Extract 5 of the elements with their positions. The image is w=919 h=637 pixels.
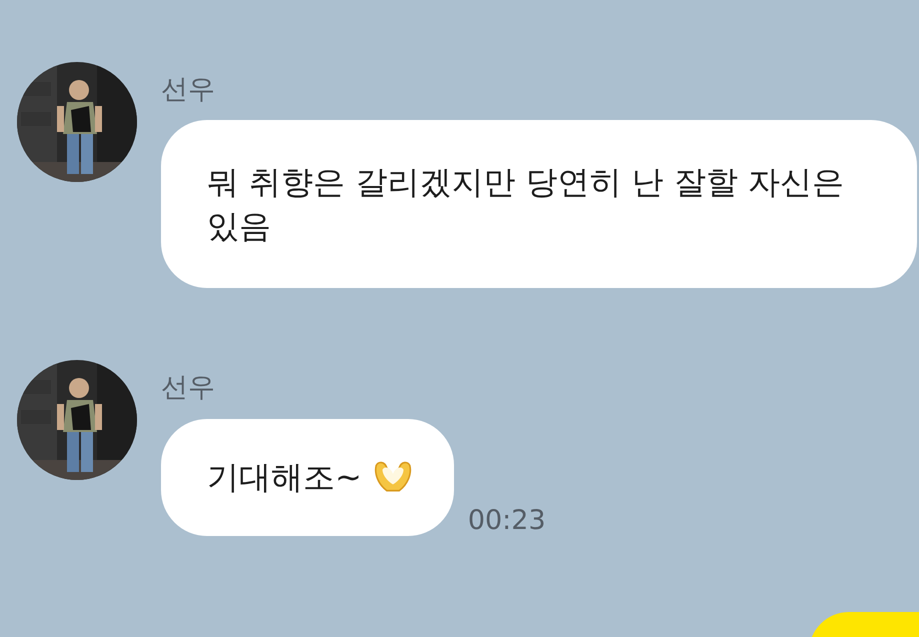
message-text: 뭐 취향은 갈리겠지만 당연히 난 잘할 자신은 있음	[207, 162, 846, 248]
timestamp: 00:23	[468, 504, 546, 536]
sender-name: 선우	[161, 372, 216, 405]
message-text: 기대해조~	[207, 456, 362, 498]
sender-name: 선우	[161, 74, 216, 106]
